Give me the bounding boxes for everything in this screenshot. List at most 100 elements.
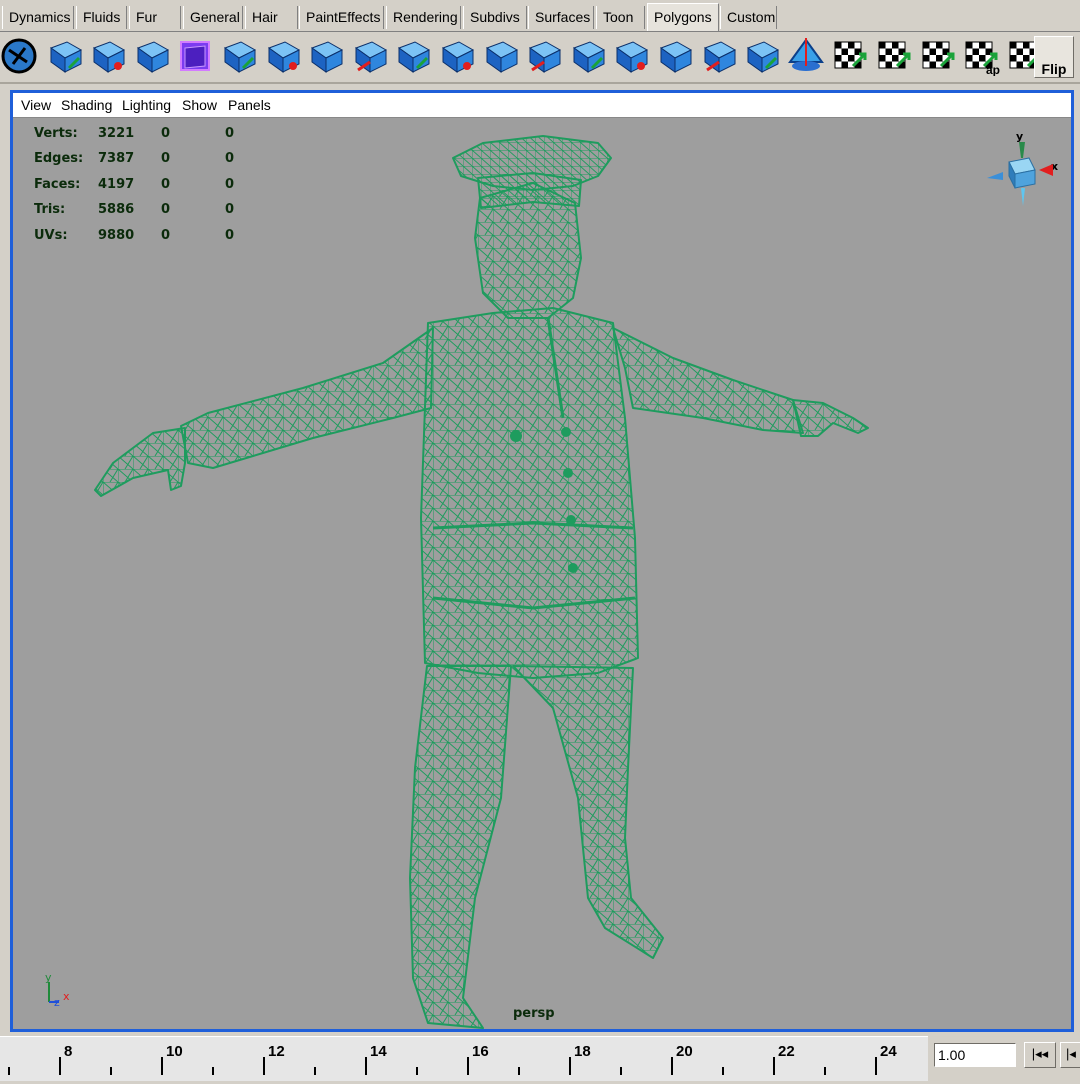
hud-value: 0 bbox=[225, 126, 235, 141]
viewport-panel: View Shading Lighting Show Panels Verts:… bbox=[10, 90, 1074, 1032]
tab-dynamics[interactable]: Dynamics bbox=[2, 6, 74, 29]
wireframe-character-model[interactable] bbox=[13, 118, 1071, 1029]
menu-view[interactable]: View bbox=[21, 97, 51, 113]
automatic-mapping-icon[interactable]: ap bbox=[960, 36, 1000, 76]
menu-shading[interactable]: Shading bbox=[61, 97, 112, 113]
view-compass-icon[interactable]: y x bbox=[981, 128, 1065, 214]
tab-hair[interactable]: Hair bbox=[245, 6, 298, 29]
menu-show[interactable]: Show bbox=[182, 97, 217, 113]
spherical-mapping-icon[interactable] bbox=[917, 36, 957, 76]
hud-value: 0 bbox=[225, 151, 235, 167]
combine-icon[interactable] bbox=[699, 36, 739, 76]
poly-count-hud: Verts: 3221 0 0 Edges: 7387 0 0 Faces: 4… bbox=[34, 126, 254, 253]
tab-custom[interactable]: Custom bbox=[720, 6, 777, 29]
hud-value: 0 bbox=[161, 126, 171, 141]
time-tick-label: 22 bbox=[778, 1043, 795, 1060]
hud-label: Faces: bbox=[34, 176, 81, 192]
poke-face-icon[interactable] bbox=[437, 36, 477, 76]
left-hand bbox=[94, 427, 186, 497]
polygon-cube-icon[interactable] bbox=[219, 36, 259, 76]
menu-panels[interactable]: Panels bbox=[228, 97, 271, 113]
hud-faces-row: Faces: 4197 0 0 bbox=[34, 177, 254, 202]
hud-tris-row: Tris: 5886 0 0 bbox=[34, 202, 254, 227]
extrude-edge-icon[interactable] bbox=[481, 36, 521, 76]
hud-value: 0 bbox=[161, 202, 171, 218]
time-tick-label: 12 bbox=[268, 1043, 285, 1060]
duplicate-face-icon[interactable] bbox=[350, 36, 390, 76]
right-arm bbox=[612, 327, 804, 434]
select-by-component-icon[interactable] bbox=[0, 36, 39, 76]
hud-value: 0 bbox=[225, 202, 235, 218]
left-arm bbox=[180, 327, 434, 469]
hud-edges-row: Edges: 7387 0 0 bbox=[34, 151, 254, 176]
hud-value: 3221 bbox=[98, 126, 135, 141]
time-tick-label: 24 bbox=[880, 1043, 897, 1060]
merge-vertices-icon[interactable] bbox=[524, 36, 564, 76]
compass-axis-y-label: y bbox=[1016, 130, 1023, 143]
time-tick-label: 20 bbox=[676, 1043, 693, 1060]
svg-text:ap: ap bbox=[986, 63, 1000, 76]
axis-gizmo-icon: y x z bbox=[45, 971, 70, 1009]
tab-polygons[interactable]: Polygons bbox=[647, 3, 719, 31]
hud-value: 9880 bbox=[98, 227, 135, 243]
shelf-tab-bar: Dynamics Fluids Fur General Hair PaintEf… bbox=[0, 0, 1080, 32]
append-polygon-icon[interactable] bbox=[45, 36, 85, 76]
hud-value: 0 bbox=[161, 227, 171, 243]
flip-button[interactable]: Flip bbox=[1034, 36, 1074, 78]
hud-value: 5886 bbox=[98, 202, 135, 218]
time-tick-label: 8 bbox=[64, 1043, 72, 1060]
hud-verts-row: Verts: 3221 0 0 bbox=[34, 126, 254, 151]
hud-label: Verts: bbox=[34, 126, 78, 141]
tab-painteffects[interactable]: PaintEffects bbox=[299, 6, 384, 29]
gizmo-z-label: z bbox=[54, 996, 60, 1009]
hud-value: 0 bbox=[225, 227, 235, 243]
gizmo-y-label: y bbox=[45, 971, 52, 984]
extract-icon[interactable] bbox=[393, 36, 433, 76]
perspective-viewport[interactable]: Verts: 3221 0 0 Edges: 7387 0 0 Faces: 4… bbox=[13, 118, 1071, 1029]
hud-value: 4197 bbox=[98, 176, 135, 192]
coat bbox=[420, 307, 639, 679]
hud-label: Edges: bbox=[34, 151, 84, 167]
cylindrical-mapping-icon[interactable] bbox=[873, 36, 913, 76]
tab-fur[interactable]: Fur bbox=[129, 6, 181, 29]
extrude-face-icon[interactable] bbox=[88, 36, 128, 76]
tab-surfaces[interactable]: Surfaces bbox=[528, 6, 594, 29]
cut-faces-icon[interactable] bbox=[611, 36, 651, 76]
split-polygon-icon[interactable] bbox=[132, 36, 172, 76]
hud-value: 0 bbox=[225, 176, 235, 192]
shelf-icon-bar: ap bbox=[0, 32, 1080, 84]
panel-menu-bar: View Shading Lighting Show Panels bbox=[13, 93, 1071, 118]
wedge-face-icon[interactable] bbox=[263, 36, 303, 76]
create-polygon-cube-icon[interactable] bbox=[175, 36, 215, 76]
gizmo-x-label: x bbox=[63, 990, 70, 1003]
time-tick-label: 18 bbox=[574, 1043, 591, 1060]
split-edge-ring-icon[interactable] bbox=[568, 36, 608, 76]
time-tick-label: 10 bbox=[166, 1043, 183, 1060]
camera-name-label: persp bbox=[513, 1006, 555, 1021]
tab-rendering[interactable]: Rendering bbox=[386, 6, 461, 29]
step-back-button[interactable]: |◂◂ bbox=[1024, 1042, 1056, 1068]
separate-icon[interactable] bbox=[742, 36, 782, 76]
menu-lighting[interactable]: Lighting bbox=[122, 97, 171, 113]
right-leg bbox=[512, 665, 664, 959]
smooth-icon[interactable] bbox=[786, 36, 826, 76]
current-time-field[interactable]: 1.00 bbox=[934, 1043, 1016, 1067]
tab-subdivs[interactable]: Subdivs bbox=[463, 6, 527, 29]
bevel-icon[interactable] bbox=[306, 36, 346, 76]
tab-toon[interactable]: Toon bbox=[596, 6, 645, 29]
hud-label: UVs: bbox=[34, 227, 68, 243]
tab-fluids[interactable]: Fluids bbox=[76, 6, 127, 29]
time-slider[interactable]: 8 10 12 14 16 18 20 22 24 bbox=[0, 1036, 928, 1081]
subdivide-icon[interactable] bbox=[655, 36, 695, 76]
hud-value: 7387 bbox=[98, 151, 135, 167]
time-slider-ticks: 8 10 12 14 16 18 20 22 24 bbox=[8, 1043, 897, 1075]
go-to-start-button[interactable]: |◂ bbox=[1060, 1042, 1080, 1068]
cap-band bbox=[477, 172, 582, 209]
right-hand bbox=[792, 399, 869, 437]
hud-value: 0 bbox=[161, 176, 171, 192]
time-tick-label: 14 bbox=[370, 1043, 387, 1060]
time-tick-label: 16 bbox=[472, 1043, 489, 1060]
left-leg bbox=[409, 665, 512, 1029]
planar-mapping-icon[interactable] bbox=[829, 36, 869, 76]
tab-general[interactable]: General bbox=[183, 6, 243, 29]
